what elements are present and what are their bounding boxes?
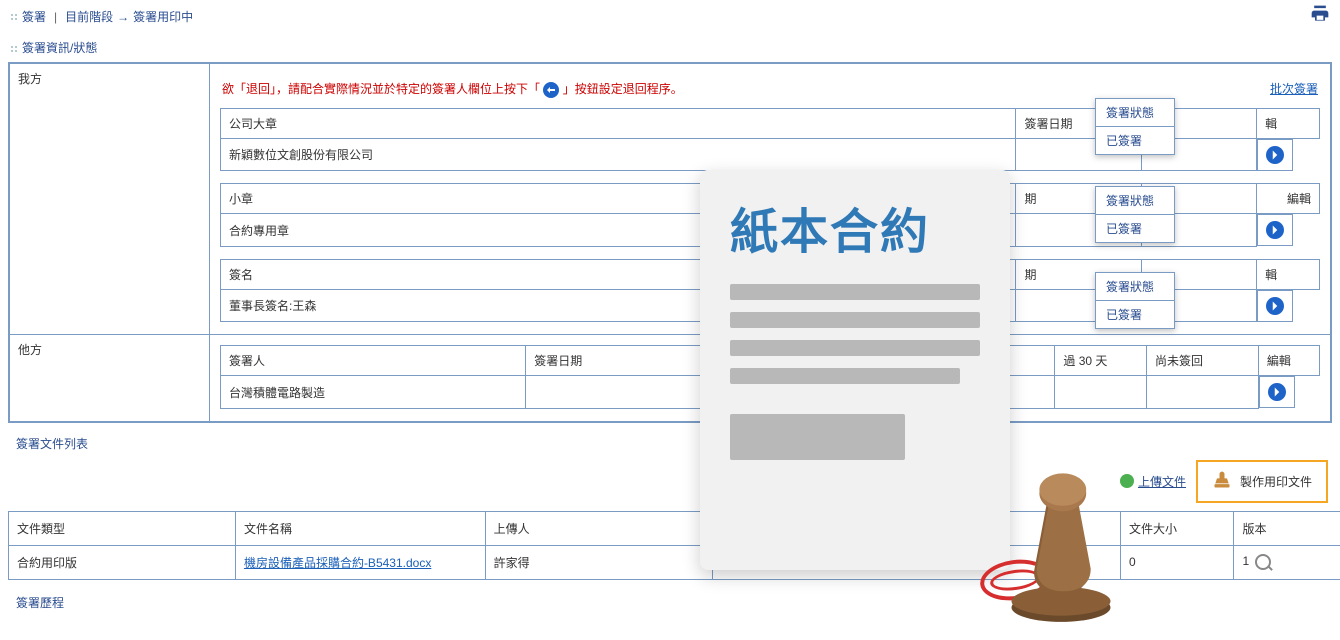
dg-col-type: 文件類型 (9, 511, 236, 545)
paper-contract-illustration: 紙本合約 (700, 170, 1010, 570)
group0-value: 新穎數位文創股份有限公司 (221, 138, 1016, 171)
dg-col-uploader: 上傳人 (485, 511, 712, 545)
group1-edit-button[interactable] (1257, 214, 1293, 246)
oth-signer: 台灣積體電路製造 (221, 376, 526, 409)
history-title: 簽署歷程 (16, 596, 64, 610)
make-seal-doc-button[interactable]: 製作用印文件 (1196, 460, 1328, 503)
dg-size: 0 (1121, 545, 1234, 579)
group0-edit-button[interactable] (1257, 139, 1293, 171)
oth-col-edit: 編輯 (1258, 346, 1319, 376)
dg-uploader: 許家得 (485, 545, 712, 579)
upload-status-icon (1120, 474, 1134, 488)
group0-edit-hdr: 輯 (1257, 108, 1320, 138)
separator: | (54, 10, 57, 24)
dg-type: 合約用印版 (9, 545, 236, 579)
oth-edit-button[interactable] (1259, 376, 1295, 408)
group2-edit-button[interactable] (1257, 290, 1293, 322)
magnifier-icon[interactable] (1255, 554, 1271, 570)
dg-ver: 1 (1234, 545, 1340, 579)
upload-file-link[interactable]: 上傳文件 (1120, 473, 1186, 490)
print-icon[interactable] (1310, 8, 1330, 28)
stamp-icon (1212, 470, 1232, 493)
our-side-label: 我方 (10, 64, 210, 335)
other-side-label: 他方 (10, 335, 210, 422)
status-pop-1: 簽署狀態 已簽署 (1095, 186, 1175, 243)
return-icon (543, 82, 559, 98)
status-pop-0: 簽署狀態 已簽署 (1095, 98, 1175, 155)
section-info-title: 簽署資訊/狀態 (22, 41, 97, 55)
status-pop-2: 簽署狀態 已簽署 (1095, 272, 1175, 329)
dg-col-size: 文件大小 (1121, 511, 1234, 545)
dg-col-name: 文件名稱 (235, 511, 485, 545)
oth-col-date: 簽署日期 (526, 346, 730, 376)
group2-edit-hdr: 輯 (1257, 259, 1320, 289)
doclist-title: 簽署文件列表 (16, 437, 88, 451)
oth-col-signer: 簽署人 (221, 346, 526, 376)
oth-col-pending: 尚未簽回 (1146, 346, 1258, 376)
oth-col-over: 過 30 天 (1055, 346, 1147, 376)
current-stage: 簽署用印中 (133, 8, 193, 25)
group0-title: 公司大章 (221, 108, 1016, 138)
dg-col-ver: 版本 (1234, 511, 1340, 545)
dg-file-link[interactable]: 機房設備產品採購合約-B5431.docx (244, 556, 431, 570)
batch-sign-link[interactable]: 批次簽署 (1270, 80, 1318, 97)
tab-sign[interactable]: 簽署 (22, 8, 46, 25)
arrow-icon: → (117, 10, 129, 24)
stage-label: 目前階段 (65, 8, 113, 25)
paper-contract-title: 紙本合約 (730, 192, 980, 262)
group1-edit-hdr: 編輯 (1257, 184, 1320, 214)
table-row: 合約用印版 機房設備產品採購合約-B5431.docx 許家得 合約用印版本 0… (9, 545, 1340, 579)
